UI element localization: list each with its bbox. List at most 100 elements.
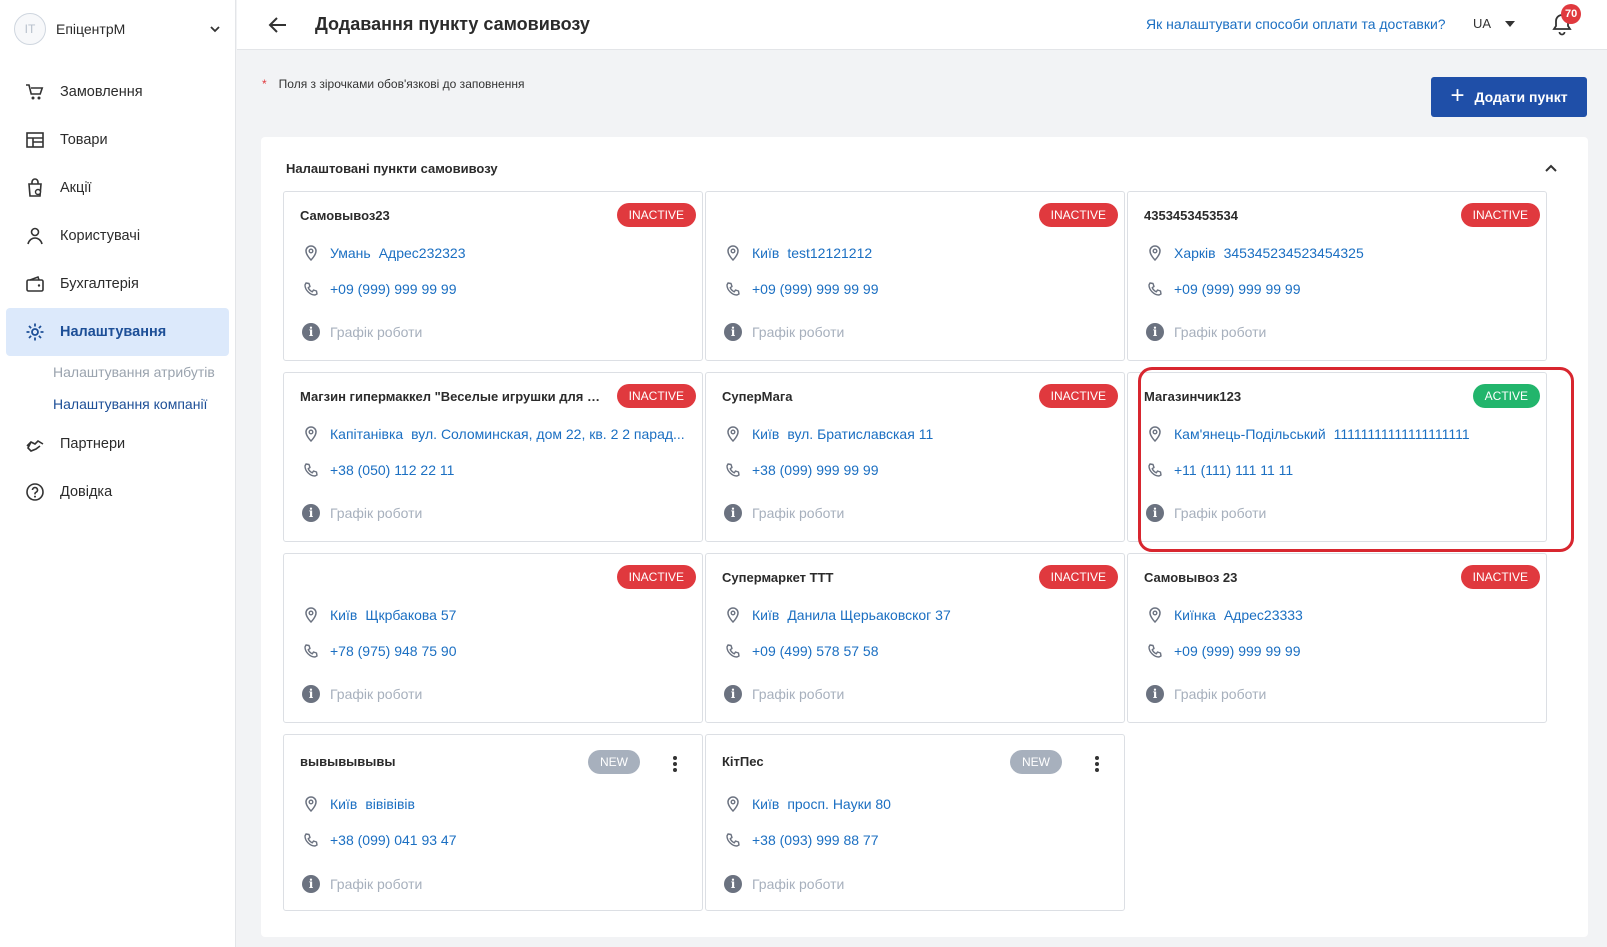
location-pin-icon	[724, 425, 742, 443]
location-pin-icon	[1146, 244, 1164, 262]
street: просп. Науки 80	[787, 796, 891, 812]
card-address: Киїнка Адрес23333	[1146, 606, 1303, 624]
city: Київ	[752, 796, 780, 812]
sidebar-item-settings[interactable]: Налаштування	[6, 308, 229, 356]
schedule-link[interactable]: Графік роботи	[1174, 686, 1266, 702]
address-link[interactable]: Киїнка Адрес23333	[1174, 607, 1303, 623]
pickup-point-card[interactable]: СуперМага INACTIVE Київ вул. Братиславская …	[705, 372, 1125, 542]
address-link[interactable]: Кам'янець-Подільський 1111111111111111111…	[1174, 426, 1470, 442]
schedule-link[interactable]: Графік роботи	[330, 324, 422, 340]
status-badge: ACTIVE	[1472, 384, 1540, 408]
schedule-link[interactable]: Графік роботи	[752, 686, 844, 702]
sidebar-item-products[interactable]: Товари	[6, 116, 229, 164]
pickup-point-card[interactable]: Магзин гипермаккел "Веселые игрушки для …	[283, 372, 703, 542]
more-vertical-icon[interactable]	[1090, 753, 1104, 775]
phone-link[interactable]: +09 (499) 578 57 58	[752, 643, 879, 659]
top-header: Додавання пункту самовивозу Як налаштува…	[237, 0, 1607, 50]
chevron-down-icon	[210, 26, 220, 33]
required-star: *	[262, 77, 267, 91]
phone-link[interactable]: +09 (999) 999 99 99	[1174, 281, 1301, 297]
card-address: Капітанівка вул. Соломинская, дом 22, кв.…	[302, 425, 685, 443]
schedule-link[interactable]: Графік роботи	[330, 686, 422, 702]
phone-link[interactable]: +09 (999) 999 99 99	[752, 281, 879, 297]
phone-icon	[724, 642, 742, 660]
phone-link[interactable]: +09 (999) 999 99 99	[330, 281, 457, 297]
info-icon: i	[302, 685, 320, 703]
phone-link[interactable]: +78 (975) 948 75 90	[330, 643, 457, 659]
schedule-link[interactable]: Графік роботи	[1174, 505, 1266, 521]
help-link[interactable]: Як налаштувати способи оплати та доставк…	[1146, 16, 1446, 32]
pickup-point-card[interactable]: КітПес NEW Київ просп. Науки 80 +38 (093) 99…	[705, 734, 1125, 911]
card-address: Кам'янець-Подільський 1111111111111111111…	[1146, 425, 1470, 443]
pickup-point-card[interactable]: Супермаркет ТТТ INACTIVE Київ Данила Щерьак…	[705, 553, 1125, 723]
schedule-link[interactable]: Графік роботи	[752, 505, 844, 521]
location-pin-icon	[302, 795, 320, 813]
street: вул. Братиславская 11	[787, 426, 934, 442]
pickup-point-card[interactable]: INACTIVE Київ test12121212 +09 (999) 999 99…	[705, 191, 1125, 361]
status-badge: INACTIVE	[1460, 203, 1540, 227]
sidebar-item-help[interactable]: Довідка	[6, 468, 229, 516]
phone-link[interactable]: +38 (099) 999 99 99	[752, 462, 879, 478]
language-select[interactable]: UA	[1473, 16, 1516, 31]
status-badge: INACTIVE	[1038, 565, 1118, 589]
sidebar-item-orders[interactable]: Замовлення	[6, 68, 229, 116]
location-pin-icon	[724, 606, 742, 624]
card-phone: +09 (999) 999 99 99	[1146, 280, 1301, 298]
sidebar-item-partners[interactable]: Партнери	[6, 420, 229, 468]
pickup-point-card[interactable]: 4353453453534 INACTIVE Харків 3453452345234…	[1127, 191, 1547, 361]
phone-icon	[1146, 642, 1164, 660]
phone-link[interactable]: +09 (999) 999 99 99	[1174, 643, 1301, 659]
sidebar-item-label: Користувачі	[60, 228, 141, 244]
sidebar-item-label: Партнери	[60, 436, 126, 452]
card-phone: +09 (999) 999 99 99	[1146, 642, 1301, 660]
pickup-point-card[interactable]: вывывывывы NEW Київ вівівівів +38 (099) 041 …	[283, 734, 703, 911]
schedule-link[interactable]: Графік роботи	[752, 324, 844, 340]
phone-link[interactable]: +11 (111) 111 11 11	[1174, 462, 1293, 478]
arrow-left-icon[interactable]	[267, 14, 289, 36]
address-link[interactable]: Капітанівка вул. Соломинская, дом 22, кв.…	[330, 426, 685, 442]
sidebar-item-users[interactable]: Користувачі	[6, 212, 229, 260]
company-switcher[interactable]: IT ЕпіцентрМ	[0, 0, 235, 58]
phone-link[interactable]: +38 (093) 999 88 77	[752, 832, 879, 848]
pickup-point-card[interactable]: INACTIVE Київ Щкрбакова 57 +78 (975) 948 75…	[283, 553, 703, 723]
location-pin-icon	[724, 244, 742, 262]
street: вівівівів	[365, 796, 415, 812]
street: вул. Соломинская, дом 22, кв. 2 2 парад.…	[411, 426, 685, 442]
card-title: Магзин гипермаккел "Веселые игрушки для …	[300, 389, 600, 404]
panel-title: Налаштовані пункти самовивозу	[286, 161, 498, 176]
address-link[interactable]: Київ вул. Братиславская 11	[752, 426, 933, 442]
add-point-button[interactable]: + Додати пункт	[1431, 77, 1587, 117]
sidebar-item-accounting[interactable]: Бухгалтерія	[6, 260, 229, 308]
street: 11111111111111111111	[1333, 426, 1470, 442]
pickup-point-card[interactable]: Самовывоз 23 INACTIVE Киїнка Адрес23333 +09 …	[1127, 553, 1547, 723]
schedule-link[interactable]: Графік роботи	[752, 876, 844, 892]
sidebar-item-promotions[interactable]: Акції	[6, 164, 229, 212]
more-vertical-icon[interactable]	[668, 753, 682, 775]
address-link[interactable]: Київ вівівівів	[330, 796, 415, 812]
sidebar-item-label: Замовлення	[60, 84, 143, 100]
address-link[interactable]: Київ просп. Науки 80	[752, 796, 891, 812]
address-link[interactable]: Київ Щкрбакова 57	[330, 607, 456, 623]
phone-icon	[302, 642, 320, 660]
address-link[interactable]: Умань Адрес232323	[330, 245, 466, 261]
address-link[interactable]: Харків 345345234523454325	[1174, 245, 1364, 261]
sidebar-subitem-company[interactable]: Налаштування компанії	[0, 388, 235, 420]
pickup-points-panel: Налаштовані пункти самовивозу Самовывоз2…	[261, 137, 1588, 937]
card-phone: +38 (093) 999 88 77	[724, 831, 879, 849]
address-link[interactable]: Київ Данила Щерьаковског 37	[752, 607, 951, 623]
card-title: Супермаркет ТТТ	[722, 570, 834, 585]
card-title: 4353453453534	[1144, 208, 1238, 223]
schedule-link[interactable]: Графік роботи	[330, 876, 422, 892]
pickup-point-card[interactable]: Магазинчик123 ACTIVE Кам'янець-Подільський…	[1127, 372, 1547, 542]
schedule-link[interactable]: Графік роботи	[1174, 324, 1266, 340]
phone-link[interactable]: +38 (050) 112 22 11	[330, 462, 454, 478]
schedule-link[interactable]: Графік роботи	[330, 505, 422, 521]
card-phone: +38 (099) 999 99 99	[724, 461, 879, 479]
card-phone: +09 (499) 578 57 58	[724, 642, 879, 660]
address-link[interactable]: Київ test12121212	[752, 245, 872, 261]
sidebar-subitem-attributes[interactable]: Налаштування атрибутів	[0, 356, 235, 388]
phone-link[interactable]: +38 (099) 041 93 47	[330, 832, 457, 848]
pickup-point-card[interactable]: Самовывоз23 INACTIVE Умань Адрес232323 +09 (…	[283, 191, 703, 361]
chevron-up-icon[interactable]	[1544, 161, 1558, 175]
plus-icon: +	[1450, 82, 1465, 109]
